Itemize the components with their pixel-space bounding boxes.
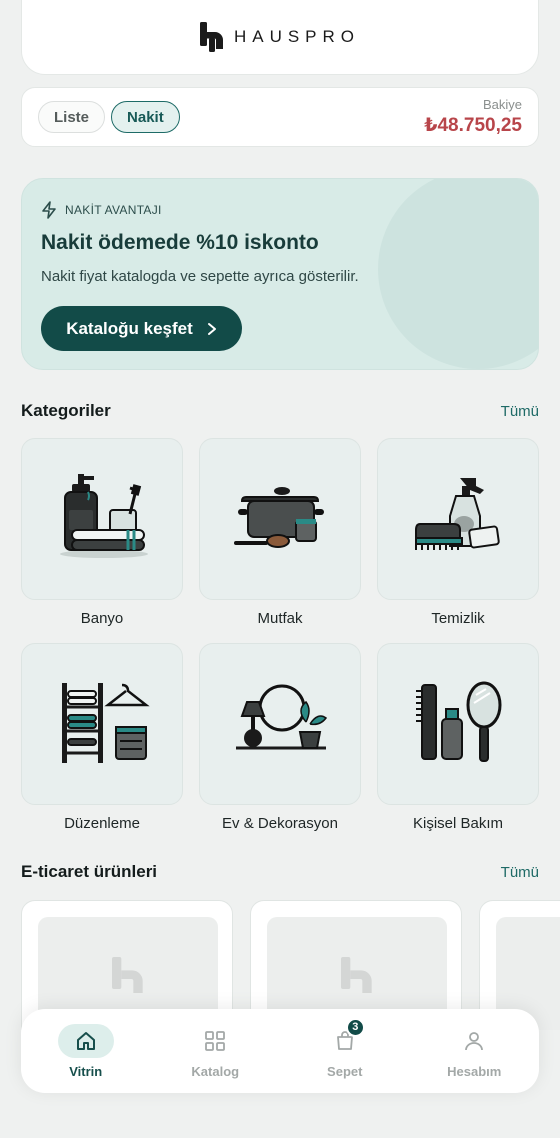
placeholder-logo-icon (112, 957, 143, 993)
nav-icon-container (57, 1023, 114, 1058)
bottom-navigation: Vitrin Katalog 3 Sepet Hesabım (21, 1009, 539, 1093)
category-label: Temizlik (431, 610, 485, 627)
category-card-mutfak[interactable]: Mutfak (199, 438, 361, 643)
balance-display: Bakiye ₺48.750,25 (424, 97, 522, 137)
promo-tag-text: NAKİT AVANTAJI (65, 203, 162, 217)
placeholder-logo-icon (341, 957, 372, 993)
nav-label: Sepet (327, 1063, 363, 1079)
nav-item-hesabim[interactable]: Hesabım (419, 1024, 529, 1079)
category-tile (377, 643, 539, 805)
payment-mode-bar: Liste Nakit Bakiye ₺48.750,25 (21, 87, 539, 147)
category-grid: Banyo Mutfak Temizlik Düzenleme Ev & Dek… (21, 438, 539, 848)
cart-count-badge: 3 (345, 1017, 365, 1037)
explore-catalog-button[interactable]: Kataloğu keşfet (41, 306, 242, 351)
category-card-banyo[interactable]: Banyo (21, 438, 183, 643)
home-decor-icon (236, 684, 328, 750)
mode-liste-button[interactable]: Liste (38, 101, 106, 133)
promo-title: Nakit ödemede %10 iskonto (41, 231, 319, 254)
chevron-right-icon (207, 322, 216, 335)
nav-icon-container (446, 1024, 502, 1058)
explore-catalog-label: Kataloğu keşfet (66, 318, 193, 338)
personal-care-icon (416, 681, 502, 762)
nav-item-katalog[interactable]: Katalog (160, 1024, 270, 1079)
nav-label: Katalog (191, 1063, 240, 1079)
category-card-duzenleme[interactable]: Düzenleme (21, 643, 183, 848)
products-see-all-link[interactable]: Tümü (501, 864, 539, 881)
category-tile (199, 643, 361, 805)
balance-value: ₺48.750,25 (424, 115, 522, 136)
nav-label: Vitrin (69, 1063, 103, 1079)
promo-decoration (378, 179, 538, 369)
balance-label: Bakiye (482, 97, 522, 112)
category-card-ev-dekorasyon[interactable]: Ev & Dekorasyon (199, 643, 361, 848)
promo-subtitle: Nakit fiyat katalogda ve sepette ayrıca … (41, 268, 359, 285)
lightning-icon (42, 201, 56, 219)
cash-promo-banner: NAKİT AVANTAJI Nakit ödemede %10 iskonto… (21, 178, 539, 370)
category-tile (21, 643, 183, 805)
category-label: Düzenleme (64, 815, 140, 832)
nav-label: Hesabım (447, 1063, 502, 1079)
category-label: Banyo (80, 610, 124, 627)
app-screen: HAUSPRO Liste Nakit Bakiye ₺48.750,25 NA… (0, 0, 560, 1138)
app-header: HAUSPRO (21, 0, 539, 75)
category-card-temizlik[interactable]: Temizlik (377, 438, 539, 643)
nav-icon-container (187, 1024, 243, 1058)
category-card-kisisel-bakim[interactable]: Kişisel Bakım (377, 643, 539, 848)
products-title: E-ticaret ürünleri (21, 862, 158, 881)
category-label: Mutfak (257, 610, 303, 627)
nav-item-vitrin[interactable]: Vitrin (31, 1023, 141, 1079)
organizer-shelf-icon (62, 683, 150, 763)
categories-see-all-link[interactable]: Tümü (501, 403, 539, 420)
home-icon (76, 1031, 95, 1050)
category-label: Ev & Dekorasyon (222, 815, 338, 832)
category-tile (377, 438, 539, 600)
bathroom-icon (60, 474, 148, 558)
brand-logo-icon (199, 22, 223, 52)
categories-title: Kategoriler (21, 401, 111, 420)
categories-header: Kategoriler Tümü (21, 401, 539, 421)
user-icon (465, 1031, 484, 1050)
promo-tag: NAKİT AVANTAJI (41, 201, 162, 219)
kitchen-pot-icon (234, 487, 324, 548)
mode-nakit-button[interactable]: Nakit (111, 101, 180, 133)
category-tile (21, 438, 183, 600)
category-tile (199, 438, 361, 600)
cleaning-icon (415, 478, 500, 550)
nav-item-sepet[interactable]: 3 Sepet (290, 1017, 400, 1079)
brand-name: HAUSPRO (233, 27, 361, 46)
category-label: Kişisel Bakım (412, 815, 504, 832)
nav-icon-container: 3 (317, 1017, 373, 1058)
grid-icon (205, 1030, 226, 1051)
products-header: E-ticaret ürünleri Tümü (21, 862, 539, 882)
